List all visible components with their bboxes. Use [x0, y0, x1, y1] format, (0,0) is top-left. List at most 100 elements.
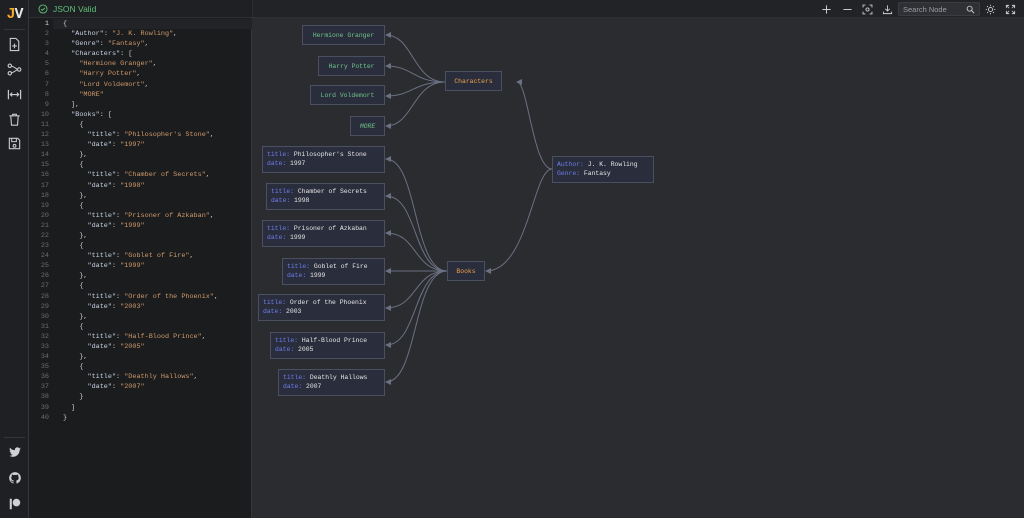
character-name: MORE [359, 122, 376, 130]
code-line: }, [53, 231, 252, 241]
graph-view-button[interactable] [5, 60, 24, 79]
app-window: JV JSON Valid 1 2 3 4 5 6 7 8 9 10 11 12… [0, 0, 1024, 518]
graph-canvas[interactable]: Author: J. K. Rowling Genre: Fantasy Cha… [253, 19, 1024, 518]
code-token: "date" [87, 343, 112, 351]
book-title-key: title: [287, 263, 311, 270]
search-node-input[interactable] [899, 3, 963, 15]
code-token: "title" [87, 171, 117, 180]
genre-value: Fantasy [583, 170, 611, 177]
code-token: "2007" [120, 383, 145, 392]
line-number: 15 [40, 161, 49, 170]
code-token: : [111, 221, 121, 230]
line-number: 4 [44, 50, 49, 59]
book-node[interactable]: title: Prisoner of Azkaban date: 1999 [262, 220, 385, 247]
book-node[interactable]: title: Goblet of Fire date: 1999 [282, 258, 385, 285]
line-number: 19 [40, 201, 49, 210]
code-token: "Goblet of Fire" [124, 252, 190, 261]
code-token: , [173, 30, 178, 39]
line-number: 40 [40, 413, 49, 422]
books-node[interactable]: Books [447, 261, 485, 281]
character-name: Lord Voldemort [320, 91, 375, 99]
code-token: { [63, 120, 84, 129]
characters-node[interactable]: Characters [445, 71, 502, 91]
code-line: }, [53, 312, 252, 322]
book-node[interactable]: title: Half-Blood Prince date: 2005 [270, 332, 385, 359]
clear-button[interactable] [5, 110, 24, 129]
zoom-out-button[interactable] [840, 2, 854, 16]
book-date-key: date: [267, 160, 287, 167]
character-node[interactable]: Hermione Granger [302, 25, 385, 45]
code-line: ], [53, 100, 252, 110]
graph-toolbar [253, 0, 1024, 18]
editor-status-bar: JSON Valid [29, 0, 252, 18]
fit-view-icon [862, 4, 872, 14]
book-date: 1999 [310, 272, 326, 279]
book-title: Half-Blood Prince [301, 337, 368, 344]
book-date: 1999 [290, 234, 306, 241]
download-button[interactable] [880, 2, 894, 16]
line-number: 21 [40, 221, 49, 230]
line-number: 32 [40, 332, 49, 341]
search-button[interactable] [963, 5, 977, 14]
fit-view-button[interactable] [860, 2, 874, 16]
code-token: { [63, 242, 84, 251]
root-node[interactable]: Author: J. K. Rowling Genre: Fantasy [552, 156, 654, 183]
code-line: "date": "2007" [53, 382, 252, 392]
line-number: 29 [40, 302, 49, 311]
line-number: 3 [44, 40, 49, 49]
code-token: "Prisoner of Azkaban" [124, 211, 210, 220]
twitter-link[interactable] [6, 443, 23, 460]
app-logo[interactable]: JV [0, 6, 29, 23]
github-link[interactable] [6, 469, 23, 486]
line-number: 39 [40, 403, 49, 412]
book-node[interactable]: title: Order of the Phoenix date: 2003 [258, 294, 385, 321]
new-file-button[interactable] [5, 35, 24, 54]
code-token: , [152, 60, 157, 69]
code-token: , [213, 292, 219, 301]
search-node-box[interactable] [898, 2, 980, 16]
code-token: }, [63, 151, 88, 160]
code-line: "title": "Chamber of Secrets", [53, 170, 252, 180]
code-line: }, [53, 271, 252, 281]
code-token: { [63, 161, 84, 170]
book-title: Order of the Phoenix [289, 299, 367, 306]
code-line: { [53, 281, 252, 291]
code-token: : [111, 302, 121, 311]
save-button[interactable] [5, 134, 24, 153]
code-token: : [99, 40, 108, 49]
book-title: Goblet of Fire [313, 263, 368, 270]
code-token: "title" [87, 332, 117, 341]
character-node[interactable]: Harry Potter [318, 56, 385, 76]
code-token: "Chamber of Secrets" [124, 171, 206, 180]
book-date: 1997 [290, 160, 306, 167]
zoom-in-button[interactable] [819, 2, 833, 16]
fullscreen-button[interactable] [1003, 2, 1017, 16]
theme-toggle-button[interactable] [983, 2, 997, 16]
code-token: { [63, 322, 84, 331]
character-node-more[interactable]: MORE [350, 116, 385, 136]
edge-books-6 [385, 270, 448, 348]
code-line: { [53, 160, 252, 170]
expand-nodes-button[interactable] [5, 85, 24, 104]
patreon-link[interactable] [6, 495, 23, 512]
code-line: "date": "1999" [53, 261, 252, 271]
logo-letter-v: V [14, 6, 24, 23]
code-token: "Characters" [71, 50, 121, 59]
character-node[interactable]: Lord Voldemort [310, 85, 385, 105]
code-token: "2005" [120, 343, 145, 351]
code-area[interactable]: { "Author": "J. K. Rowling", "Genre": "F… [53, 19, 252, 423]
book-node[interactable]: title: Philosopher's Stone date: 1997 [262, 146, 385, 173]
json-editor[interactable]: JSON Valid 1 2 3 4 5 6 7 8 9 10 11 12 13 14 15 16 17 18 19… [29, 0, 252, 518]
patreon-icon [9, 498, 20, 509]
book-node[interactable]: title: Deathly Hallows date: 2007 [278, 369, 385, 396]
line-number: 9 [44, 100, 49, 109]
sidebar-divider [4, 437, 25, 438]
graph-icon [7, 63, 22, 76]
code-line: }, [53, 191, 252, 201]
book-node[interactable]: title: Chamber of Secrets date: 1998 [266, 183, 385, 210]
code-line: { [53, 120, 252, 130]
